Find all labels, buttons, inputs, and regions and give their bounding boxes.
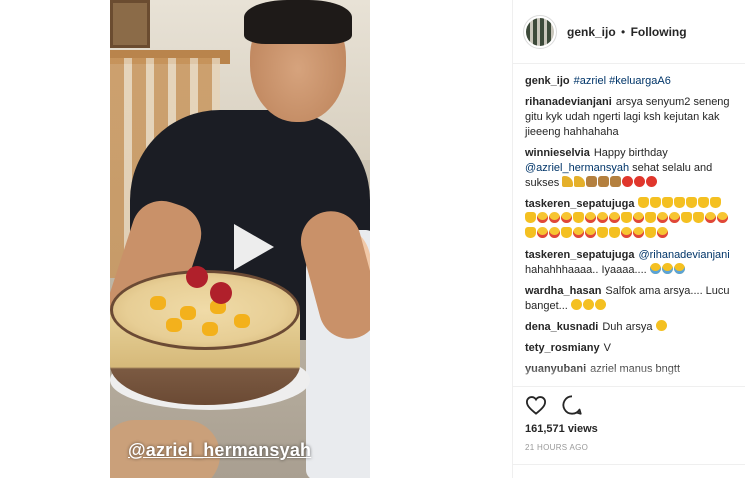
cake-emoji-icon [598, 176, 610, 187]
post-media: @azriel_hermansyah [0, 0, 512, 478]
comment-item: rihanadevianjani arsya senyum2 seneng git… [525, 95, 734, 140]
comment-username[interactable]: dena_kusnadi [525, 321, 598, 333]
smile-emoji-icon [570, 299, 582, 310]
post-actions: 161,571 views 21 HOURS AGO [513, 386, 745, 478]
laugh-emoji-icon [673, 263, 685, 274]
caption: genk_ijo #azriel #keluargaA6 [525, 74, 734, 89]
thumb-emoji-icon [525, 227, 536, 238]
thumb-emoji-icon [573, 212, 584, 223]
comment-item: taskeren_sepatujuga @rihanadevianjani hah… [525, 248, 734, 278]
post-header: genk_ijo • Following [513, 0, 745, 64]
love-emoji-icon [549, 212, 560, 223]
thumb-emoji-icon [650, 197, 662, 208]
love-emoji-icon [621, 227, 632, 238]
smile-emoji-icon [655, 320, 667, 331]
thumb-emoji-icon [681, 212, 692, 223]
thumb-emoji-icon [645, 212, 656, 223]
comment-text: Happy birthday [593, 147, 668, 159]
views-count[interactable]: 161,571 views [525, 423, 734, 435]
comment-mention[interactable]: @rihanadevianjani [638, 249, 729, 261]
comment-username[interactable]: taskeren_sepatujuga [525, 198, 634, 210]
thumb-emoji-icon [698, 197, 710, 208]
love-emoji-icon [597, 212, 608, 223]
thumb-emoji-icon [609, 227, 620, 238]
thumb-emoji-icon [525, 212, 536, 223]
love-emoji-icon [585, 212, 596, 223]
comment-username[interactable]: winnieselvia [525, 147, 590, 159]
picture-frame [110, 0, 150, 48]
comment-item: wardha_hasan Salfok ama arsya.... Lucu ba… [525, 284, 734, 314]
heart-icon[interactable] [525, 395, 547, 415]
love-emoji-icon [549, 227, 560, 238]
comment-username[interactable]: tety_rosmiany [525, 342, 600, 354]
thumb-emoji-icon [638, 197, 650, 208]
thumb-emoji-icon [597, 227, 608, 238]
caption-hashtags[interactable]: #azriel #keluargaA6 [574, 75, 671, 87]
post-sidebar: genk_ijo • Following genk_ijo #azriel #ke… [512, 0, 745, 478]
balloon-emoji-icon [634, 176, 646, 187]
love-emoji-icon [633, 212, 644, 223]
post-timestamp[interactable]: 21 HOURS AGO [525, 443, 734, 452]
love-emoji-icon [657, 227, 668, 238]
comment-text: hahahhhaaaa.. Iyaaaa.... [525, 264, 647, 276]
comment-item: tety_rosmiany V [525, 341, 734, 356]
separator-dot: • [621, 24, 626, 39]
play-icon[interactable] [228, 220, 278, 274]
following-button[interactable]: Following [631, 25, 687, 39]
header-username[interactable]: genk_ijo [567, 25, 616, 39]
laugh-emoji-icon [661, 263, 673, 274]
love-emoji-icon [573, 227, 584, 238]
comment-username[interactable]: wardha_hasan [525, 285, 601, 297]
comment-item: dena_kusnadi Duh arsya [525, 320, 734, 335]
video-watermark: @azriel_hermansyah [128, 440, 312, 460]
hat-emoji-icon [574, 176, 586, 187]
instagram-post: @azriel_hermansyah genk_ijo • Following … [0, 0, 745, 478]
thumb-emoji-icon [662, 197, 674, 208]
smile-emoji-icon [594, 299, 606, 310]
thumb-emoji-icon [693, 212, 704, 223]
comment-username[interactable]: taskeren_sepatujuga [525, 249, 634, 261]
comment-mention[interactable]: @azriel_hermansyah [525, 162, 629, 174]
love-emoji-icon [669, 212, 680, 223]
smile-emoji-icon [582, 299, 594, 310]
thumb-emoji-icon [561, 227, 572, 238]
cake-emoji-icon [610, 176, 622, 187]
love-emoji-icon [633, 227, 644, 238]
love-emoji-icon [561, 212, 572, 223]
love-emoji-icon [585, 227, 596, 238]
comment-username[interactable]: rihanadevianjani [525, 96, 612, 108]
love-emoji-icon [717, 212, 728, 223]
thumb-emoji-icon [645, 227, 656, 238]
thumb-emoji-icon [621, 212, 632, 223]
love-emoji-icon [657, 212, 668, 223]
comment-item: winnieselvia Happy birthday @azriel_herma… [525, 146, 734, 191]
thumb-emoji-icon [710, 197, 722, 208]
comment-text: V [603, 342, 611, 354]
thumb-emoji-icon [686, 197, 698, 208]
love-emoji-icon [537, 227, 548, 238]
laugh-emoji-icon [649, 263, 661, 274]
add-comment-area[interactable] [513, 464, 745, 478]
balloon-emoji-icon [646, 176, 658, 187]
comment-item: taskeren_sepatujuga [525, 197, 734, 242]
comment-text: Duh arsya [602, 321, 653, 333]
love-emoji-icon [705, 212, 716, 223]
comment-icon[interactable] [561, 394, 583, 416]
thumb-emoji-icon [674, 197, 686, 208]
love-emoji-icon [537, 212, 548, 223]
hat-emoji-icon [562, 176, 574, 187]
caption-username[interactable]: genk_ijo [525, 75, 570, 87]
comments-list: genk_ijo #azriel #keluargaA6 rihanadevian… [513, 64, 745, 386]
love-emoji-icon [609, 212, 620, 223]
balloon-emoji-icon [622, 176, 634, 187]
cake-emoji-icon [586, 176, 598, 187]
avatar[interactable] [523, 14, 557, 49]
